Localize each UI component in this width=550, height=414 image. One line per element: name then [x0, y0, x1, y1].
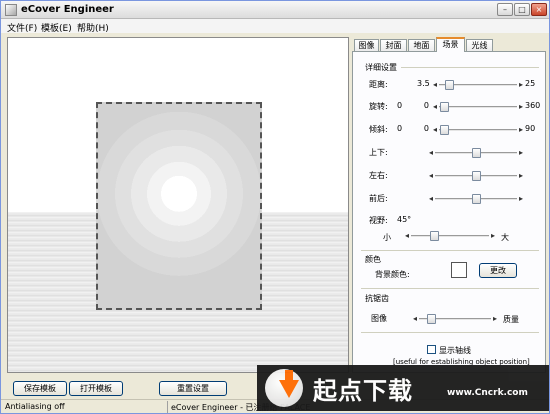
menu-help[interactable]: 帮助(H) — [77, 21, 109, 34]
tab-ground[interactable]: 地面 — [408, 39, 435, 51]
tilt-current: 0 — [397, 124, 403, 133]
status-antialiasing: Antialiasing off — [5, 402, 65, 411]
fov-slider-thumb[interactable] — [430, 231, 440, 241]
open-template-button[interactable]: 打开模板 — [69, 381, 123, 396]
rotation-label: 旋转: — [369, 102, 388, 111]
maximize-button[interactable]: □ — [514, 3, 530, 16]
title-bar: eCover Engineer – □ × — [1, 1, 549, 19]
tilt-slider-thumb[interactable] — [440, 125, 450, 135]
scene-tab-body: 详细设置 距离: 3.5 ◂ ▸ 25 旋转: 0 0 ◂ ▸ 360 倾斜: … — [352, 51, 546, 373]
fov-value: 45° — [397, 215, 412, 224]
fov-max-label: 大 — [501, 233, 509, 242]
minimize-button[interactable]: – — [497, 3, 513, 16]
distance-slider-thumb[interactable] — [444, 80, 454, 90]
frontback-label: 前后: — [369, 194, 388, 203]
fov-slider[interactable]: ◂ ▸ — [405, 230, 495, 242]
site-watermark: 起点下载 www.Cncrk.com — [257, 365, 549, 411]
window-title: eCover Engineer — [21, 4, 114, 15]
reset-settings-button[interactable]: 重置设置 — [159, 381, 227, 396]
divider — [401, 67, 539, 68]
fov-min-label: 小 — [383, 233, 391, 242]
bg-color-swatch[interactable] — [451, 262, 467, 278]
rotation-slider-thumb[interactable] — [440, 102, 450, 112]
tilt-slider[interactable]: ◂ ▸ — [433, 124, 523, 136]
arrow-left-icon[interactable]: ◂ — [429, 171, 433, 181]
settings-tabs: 图像 封面 地面 场景 光线 — [352, 37, 546, 52]
arrow-right-icon[interactable]: ▸ — [519, 125, 523, 135]
updown-slider[interactable]: ◂ ▸ — [429, 147, 523, 159]
arrow-left-icon[interactable]: ◂ — [429, 148, 433, 158]
arrow-left-icon[interactable]: ◂ — [433, 125, 437, 135]
detail-settings-title: 详细设置 — [365, 63, 397, 72]
distance-slider[interactable]: ◂ ▸ — [433, 79, 523, 91]
watermark-brand: 起点下载 — [313, 377, 413, 405]
color-title: 颜色 — [365, 255, 381, 264]
frontback-slider-thumb[interactable] — [471, 194, 481, 204]
arrow-left-icon[interactable]: ◂ — [433, 102, 437, 112]
divider — [361, 332, 539, 333]
distance-min: 3.5 — [417, 79, 430, 88]
show-axes-checkbox[interactable] — [427, 345, 436, 354]
preview-viewport[interactable] — [7, 37, 349, 373]
aa-image-label: 图像 — [371, 314, 387, 323]
settings-panel: 图像 封面 地面 场景 光线 详细设置 距离: 3.5 ◂ ▸ 25 旋转: 0… — [352, 37, 546, 373]
menu-bar: 文件(F) 模板(E) 帮助(H) — [1, 19, 549, 34]
antialias-title: 抗锯齿 — [365, 294, 389, 303]
close-button[interactable]: × — [531, 3, 547, 16]
tab-scene[interactable]: 场景 — [436, 37, 465, 52]
rotation-current: 0 — [397, 101, 403, 110]
divider — [361, 250, 539, 251]
antialias-slider-thumb[interactable] — [426, 314, 436, 324]
aa-quality-label: 质量 — [503, 315, 519, 324]
rotation-slider[interactable]: ◂ ▸ — [433, 101, 523, 113]
arrow-right-icon[interactable]: ▸ — [519, 171, 523, 181]
arrow-left-icon[interactable]: ◂ — [405, 231, 409, 241]
leftright-slider-thumb[interactable] — [471, 171, 481, 181]
arrow-left-icon[interactable]: ◂ — [429, 194, 433, 204]
cover-preview[interactable] — [96, 102, 262, 310]
distance-label: 距离: — [369, 80, 388, 89]
arrow-left-icon[interactable]: ◂ — [433, 80, 437, 90]
arrow-right-icon[interactable]: ▸ — [519, 194, 523, 204]
rotation-min: 0 — [423, 101, 429, 110]
leftright-slider[interactable]: ◂ ▸ — [429, 170, 523, 182]
divider — [361, 288, 539, 289]
frontback-slider[interactable]: ◂ ▸ — [429, 193, 523, 205]
status-divider — [167, 401, 168, 413]
tilt-min: 0 — [423, 124, 429, 133]
app-window: eCover Engineer – □ × 文件(F) 模板(E) 帮助(H) … — [0, 0, 550, 414]
updown-label: 上下: — [369, 148, 388, 157]
arrow-right-icon[interactable]: ▸ — [519, 102, 523, 112]
arrow-right-icon[interactable]: ▸ — [519, 80, 523, 90]
updown-slider-thumb[interactable] — [471, 148, 481, 158]
arrow-left-icon[interactable]: ◂ — [413, 314, 417, 324]
tab-lighting[interactable]: 光线 — [466, 39, 493, 51]
arrow-right-icon[interactable]: ▸ — [491, 231, 495, 241]
change-color-button[interactable]: 更改 — [479, 263, 517, 278]
tab-image[interactable]: 图像 — [354, 39, 379, 51]
download-arrow-icon — [265, 369, 303, 407]
rotation-max: 360 — [525, 101, 541, 110]
distance-max: 25 — [525, 79, 536, 88]
leftright-label: 左右: — [369, 171, 388, 180]
antialias-slider[interactable]: ◂ ▸ — [413, 313, 497, 325]
save-template-button[interactable]: 保存模板 — [13, 381, 67, 396]
arrow-right-icon[interactable]: ▸ — [519, 148, 523, 158]
tab-cover[interactable]: 封面 — [380, 39, 407, 51]
app-icon — [5, 4, 17, 16]
bg-color-label: 背景颜色: — [375, 270, 410, 279]
watermark-url: www.Cncrk.com — [447, 388, 528, 398]
arrow-right-icon[interactable]: ▸ — [493, 314, 497, 324]
tilt-label: 倾斜: — [369, 125, 388, 134]
menu-template[interactable]: 模板(E) — [41, 21, 72, 34]
tilt-max: 90 — [525, 124, 536, 133]
show-axes-label[interactable]: 显示轴线 — [439, 345, 471, 356]
fov-label: 视野: — [369, 216, 388, 225]
menu-file[interactable]: 文件(F) — [7, 21, 37, 34]
